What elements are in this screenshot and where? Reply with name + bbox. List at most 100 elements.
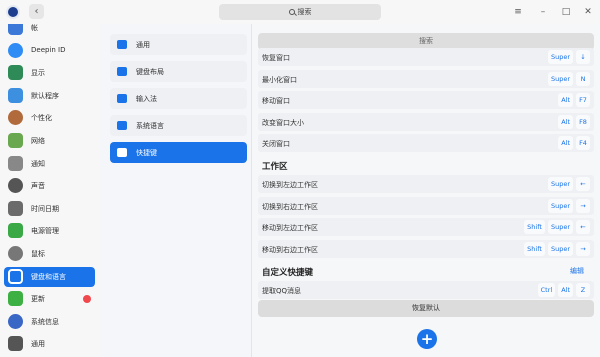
shortcut-row[interactable]: 恢复窗口 Super ↓ — [258, 48, 594, 66]
custom-section-title: 自定义快捷键 — [262, 268, 314, 278]
shortcut-keys[interactable]: Alt F4 — [558, 136, 590, 150]
shortcut-keys[interactable]: Super ← — [547, 177, 590, 191]
personalization-icon — [8, 110, 23, 126]
key-cap: Alt — [558, 93, 573, 107]
globe-icon — [117, 121, 127, 130]
keyboard-submenu: 通用键盘布局输入法系统语言快捷键 — [101, 24, 251, 357]
keyboard-icon — [8, 268, 23, 284]
shortcut-keys[interactable]: Alt F8 — [558, 114, 590, 129]
sidebar-item[interactable]: 通用 — [4, 334, 95, 354]
sidebar-item[interactable]: 显示 — [4, 63, 95, 83]
key-cap: Super — [547, 71, 573, 86]
shortcut-keys[interactable]: Super → — [547, 198, 590, 213]
sidebar-item[interactable]: Deepin ID — [4, 41, 95, 61]
sidebar-item[interactable]: 系统信息 — [4, 312, 95, 332]
battery-icon — [8, 223, 23, 239]
key-cap: Ctrl — [537, 283, 556, 297]
sidebar-item-label: 个性化 — [31, 114, 52, 123]
shortcut-row[interactable]: 改变窗口大小 Alt F8 — [258, 112, 594, 131]
mouse-icon — [8, 246, 23, 261]
shortcut-row[interactable]: 最小化窗口 Super N — [258, 69, 594, 88]
submenu-item[interactable]: 快捷键 — [110, 142, 247, 163]
shortcut-keys[interactable]: Ctrl Alt Z — [537, 283, 590, 297]
shortcut-label: 提取QQ消息 — [262, 287, 302, 295]
add-shortcut-button[interactable]: + — [417, 329, 437, 349]
minimize-button[interactable]: – — [536, 5, 550, 19]
key-cap: F4 — [576, 136, 590, 150]
shortcut-row[interactable]: 提取QQ消息 Ctrl Alt Z — [258, 281, 594, 299]
shortcut-row[interactable]: 移动到左边工作区 Shift Super ← — [258, 218, 594, 236]
sidebar-item-label: 网络 — [31, 137, 45, 145]
key-cap: Super — [547, 177, 573, 191]
sidebar-item-label: 通用 — [31, 340, 45, 349]
bell-icon — [8, 155, 23, 171]
shortcut-keys[interactable]: Super N — [547, 71, 590, 86]
sidebar-item[interactable]: 个性化 — [4, 108, 95, 128]
cloud-icon — [8, 42, 23, 58]
shortcut-row[interactable]: 关闭窗口 Alt F4 — [258, 134, 594, 152]
clock-icon — [8, 200, 23, 216]
key-cap: F8 — [576, 114, 590, 129]
shortcut-label: 移动到右边工作区 — [262, 245, 318, 254]
display-icon — [8, 65, 23, 81]
key-cap: Alt — [558, 283, 573, 297]
sidebar-item-label: 通知 — [31, 159, 45, 168]
back-button[interactable]: ‹ — [29, 4, 44, 19]
sidebar-item[interactable]: 键盘和语言 — [4, 266, 95, 287]
submenu-item[interactable]: 输入法 — [110, 88, 247, 109]
search-label: 搜索 — [297, 8, 312, 16]
menu-button[interactable]: ≡ — [511, 5, 525, 19]
sidebar-item[interactable]: 时间日期 — [4, 199, 95, 219]
maximize-button[interactable]: □ — [559, 5, 573, 19]
shortcut-row[interactable]: 切换到右边工作区 Super → — [258, 196, 594, 215]
shortcut-keys[interactable]: Shift Super ← — [524, 220, 590, 234]
sidebar-item[interactable]: 声音 — [4, 176, 95, 196]
submenu-item[interactable]: 通用 — [110, 34, 247, 55]
key-cap: ← — [576, 220, 590, 234]
shortcut-row[interactable]: 移动到右边工作区 Shift Super → — [258, 239, 594, 258]
shortcut-label: 关闭窗口 — [262, 140, 290, 148]
restore-default-button[interactable]: 恢复默认 — [258, 300, 594, 317]
key-cap: ↓ — [576, 50, 590, 64]
sidebar-item-label: 声音 — [31, 182, 45, 191]
system-info-icon — [8, 313, 23, 329]
input-method-icon — [117, 94, 127, 103]
general-settings-icon — [117, 40, 127, 49]
submenu-item-label: 输入法 — [136, 95, 157, 103]
shortcut-row[interactable]: 移动窗口 Alt F7 — [258, 91, 594, 109]
shortcut-row[interactable]: 切换到左边工作区 Super ← — [258, 175, 594, 193]
sidebar-item[interactable]: 帐 — [4, 24, 95, 38]
search-box[interactable]: 搜索 — [219, 4, 381, 20]
sidebar-item[interactable]: 电源管理 — [4, 221, 95, 241]
search-icon — [288, 9, 295, 15]
shortcut-icon — [117, 148, 127, 157]
shortcut-label: 切换到左边工作区 — [262, 181, 318, 189]
account-icon — [8, 24, 23, 35]
sidebar-item[interactable]: 鼠标 — [4, 244, 95, 264]
sidebar-item-label: 系统信息 — [31, 317, 59, 326]
sidebar-item-label: Deepin ID — [31, 45, 66, 54]
key-cap: Super — [547, 50, 573, 64]
sidebar-item[interactable]: 网络 — [4, 131, 95, 151]
edit-button[interactable]: 编辑 — [570, 266, 584, 276]
shortcut-keys[interactable]: Alt F7 — [558, 93, 590, 107]
notification-badge — [83, 295, 91, 304]
key-cap: Shift — [524, 220, 545, 234]
sidebar-item-label: 默认程序 — [31, 91, 59, 100]
sidebar-item[interactable]: 更新 — [4, 289, 95, 309]
key-cap: Super — [547, 220, 573, 234]
sidebar-item[interactable]: 通知 — [4, 154, 95, 174]
sidebar-item-label: 鼠标 — [31, 250, 45, 258]
shortcut-keys[interactable]: Shift Super → — [524, 241, 590, 256]
submenu-item[interactable]: 键盘布局 — [110, 61, 247, 82]
shortcut-keys[interactable]: Super ↓ — [547, 50, 590, 64]
speaker-icon — [8, 178, 23, 194]
sidebar-item-label: 时间日期 — [31, 204, 59, 213]
sidebar-item[interactable]: 默认程序 — [4, 86, 95, 106]
close-button[interactable]: ✕ — [581, 5, 595, 19]
sidebar: 帐 Deepin ID 显示默认程序个性化网络通知声音时间日期电源管理鼠标键盘和语言… — [0, 24, 100, 357]
general-icon — [8, 336, 23, 352]
submenu-item[interactable]: 系统语言 — [110, 115, 247, 136]
title-bar: ‹ 搜索 ≡ – □ ✕ — [0, 0, 600, 24]
sidebar-item-label: 键盘和语言 — [31, 272, 66, 281]
